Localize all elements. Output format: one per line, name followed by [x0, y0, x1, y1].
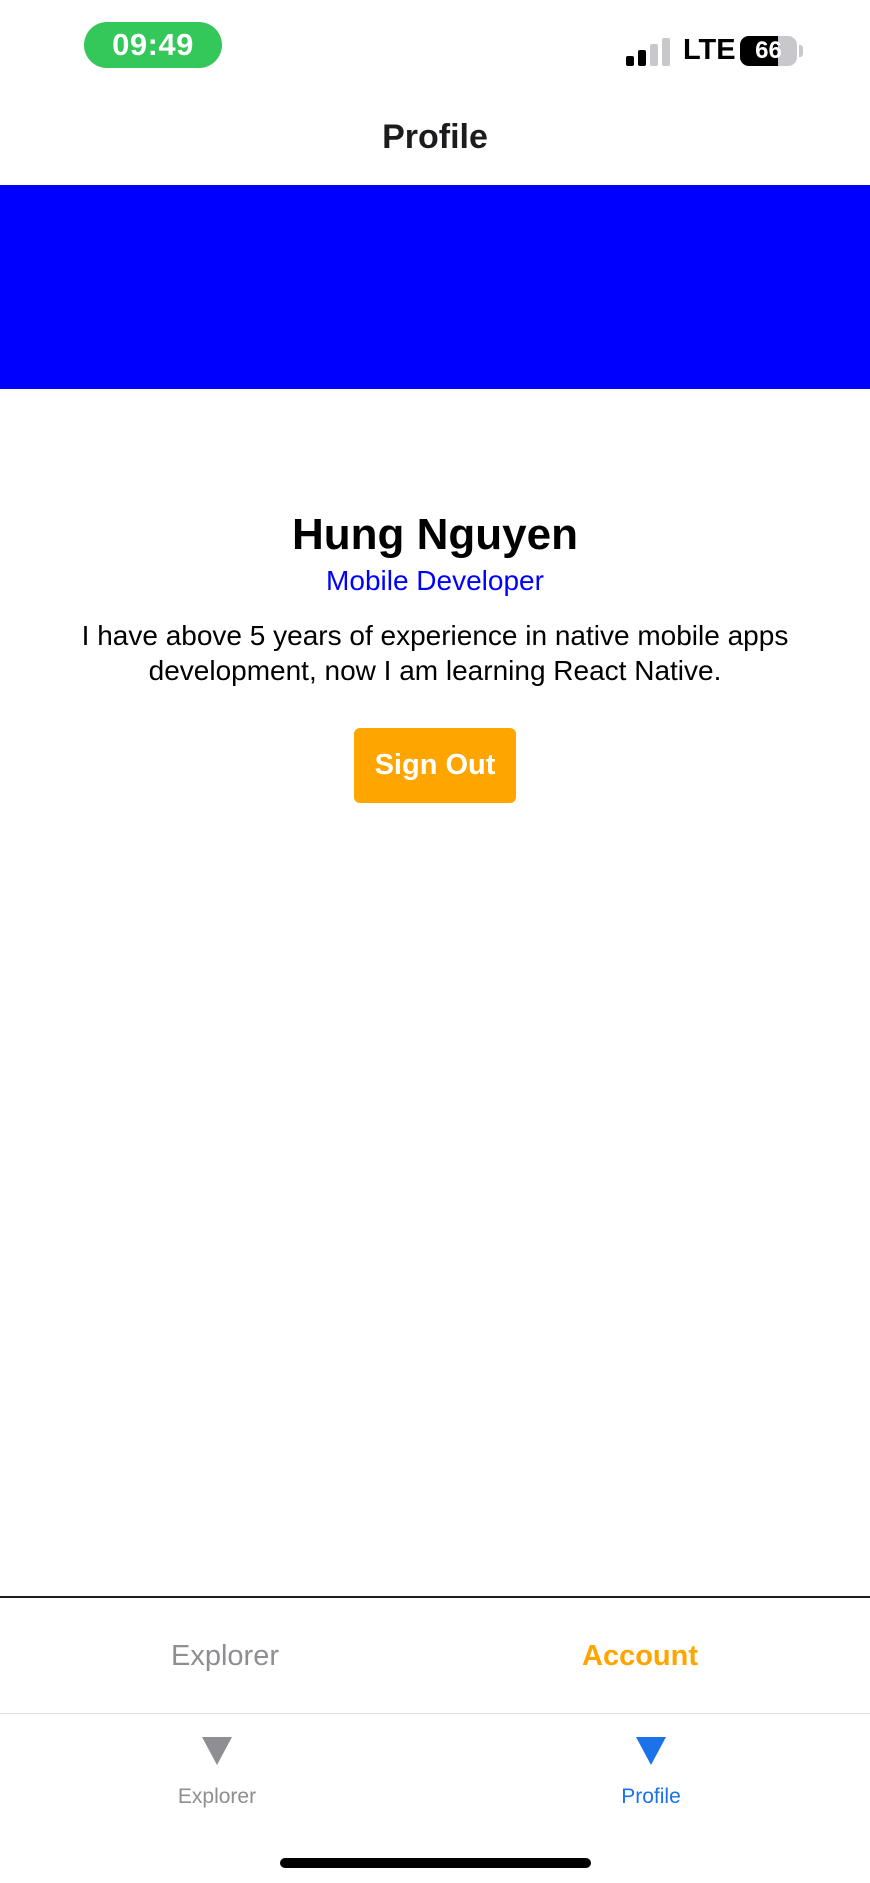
profile-bio: I have above 5 years of experience in na…: [81, 620, 789, 686]
triangle-down-icon: [202, 1737, 232, 1765]
triangle-down-icon: [636, 1737, 666, 1765]
network-type: LTE: [683, 34, 736, 66]
status-time: 09:49: [84, 22, 222, 68]
bottom-tab-explorer[interactable]: Explorer: [117, 1737, 317, 1809]
status-bar: 09:49 LTE 66: [0, 0, 870, 96]
page-title: Profile: [382, 118, 488, 156]
profile-banner: [0, 185, 870, 389]
bottom-tab-label: Profile: [621, 1785, 681, 1808]
profile-name: Hung Nguyen: [292, 510, 578, 559]
tab-account[interactable]: Account: [420, 1598, 860, 1714]
bottom-tab-label: Explorer: [177, 1785, 257, 1808]
cellular-signal-icon: [626, 38, 670, 66]
battery-percentage: 66: [755, 37, 782, 64]
bottom-tab-profile[interactable]: Profile: [551, 1737, 751, 1809]
inner-tab-bar: Explorer Account: [0, 1596, 870, 1714]
sign-out-button[interactable]: Sign Out: [354, 728, 516, 803]
home-indicator: [280, 1858, 591, 1868]
battery-cap: [799, 45, 803, 57]
profile-role: Mobile Developer: [326, 565, 544, 596]
tab-explorer[interactable]: Explorer: [0, 1598, 450, 1714]
battery-icon: 66: [740, 36, 797, 66]
